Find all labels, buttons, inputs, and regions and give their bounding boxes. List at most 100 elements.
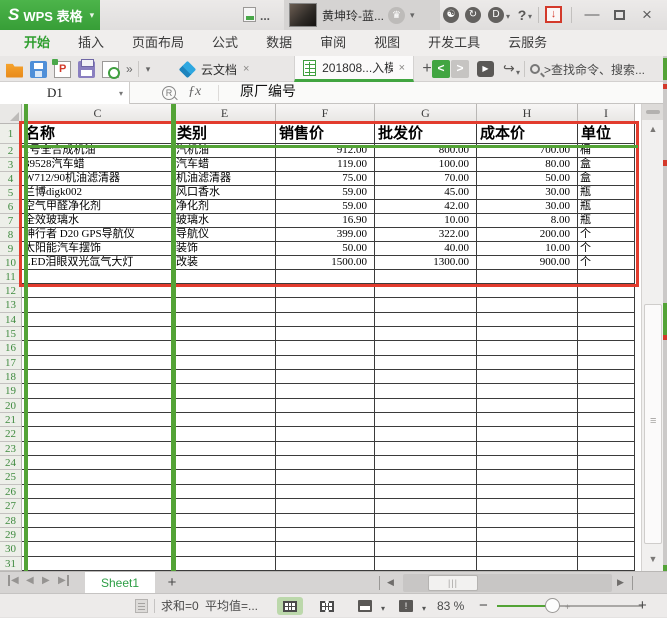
- cell-F22[interactable]: [276, 427, 375, 441]
- cell-G16[interactable]: [375, 341, 477, 355]
- menu-item-开始[interactable]: 开始: [10, 30, 64, 56]
- zoom-slider-thumb[interactable]: [545, 598, 560, 613]
- cell-C27[interactable]: [22, 499, 174, 513]
- cell-G27[interactable]: [375, 499, 477, 513]
- cell-F14[interactable]: [276, 313, 375, 327]
- row-header-3[interactable]: 3: [0, 158, 22, 172]
- download-icon[interactable]: ↓: [545, 6, 562, 23]
- cell-G18[interactable]: [375, 370, 477, 384]
- cell-E12[interactable]: [174, 284, 276, 298]
- cell-I23[interactable]: [578, 442, 635, 456]
- cell-G8[interactable]: 322.00: [375, 228, 477, 242]
- qat-dropdown-icon[interactable]: ▾: [146, 64, 151, 75]
- cell-F9[interactable]: 50.00: [276, 242, 375, 256]
- cell-F16[interactable]: [276, 341, 375, 355]
- row-header-14[interactable]: 14: [0, 313, 22, 327]
- cell-C28[interactable]: [22, 514, 174, 528]
- cell-E29[interactable]: [174, 528, 276, 542]
- print-icon[interactable]: [78, 61, 95, 78]
- column-header-H[interactable]: H: [477, 104, 578, 124]
- page-layout-dropdown-icon[interactable]: ▾: [381, 604, 385, 613]
- row-header-31[interactable]: 31: [0, 557, 22, 571]
- cell-E15[interactable]: [174, 327, 276, 341]
- cell-G23[interactable]: [375, 442, 477, 456]
- cell-H1[interactable]: 成本价: [477, 124, 578, 144]
- page-layout-button[interactable]: [352, 597, 378, 615]
- cell-G17[interactable]: [375, 356, 477, 370]
- cell-I7[interactable]: 瓶: [578, 214, 635, 228]
- cell-H24[interactable]: [477, 456, 578, 470]
- cell-E30[interactable]: [174, 542, 276, 556]
- row-header-16[interactable]: 16: [0, 341, 22, 355]
- cell-I29[interactable]: [578, 528, 635, 542]
- menu-item-插入[interactable]: 插入: [64, 30, 118, 56]
- cell-G14[interactable]: [375, 313, 477, 327]
- cell-C4[interactable]: W712/90机油滤清器: [22, 172, 174, 186]
- cell-I14[interactable]: [578, 313, 635, 327]
- row-header-13[interactable]: 13: [0, 298, 22, 312]
- cell-F12[interactable]: [276, 284, 375, 298]
- cell-F17[interactable]: [276, 356, 375, 370]
- cell-F19[interactable]: [276, 384, 375, 398]
- next-sheet-icon[interactable]: ▶: [42, 575, 50, 586]
- account-dropdown-icon[interactable]: ▾: [410, 10, 415, 21]
- cell-H19[interactable]: [477, 384, 578, 398]
- cell-I27[interactable]: [578, 499, 635, 513]
- cell-I1[interactable]: 单位: [578, 124, 635, 144]
- user-avatar[interactable]: [289, 3, 317, 27]
- menu-item-云服务[interactable]: 云服务: [494, 30, 561, 56]
- cell-C26[interactable]: [22, 485, 174, 499]
- cell-F28[interactable]: [276, 514, 375, 528]
- name-box[interactable]: D1 ▾: [0, 82, 130, 104]
- cell-E25[interactable]: [174, 470, 276, 484]
- cell-H21[interactable]: [477, 413, 578, 427]
- column-header-I[interactable]: I: [578, 104, 635, 124]
- row-header-25[interactable]: 25: [0, 470, 22, 484]
- share-dropdown-icon[interactable]: ▾: [516, 68, 520, 77]
- row-header-15[interactable]: 15: [0, 327, 22, 341]
- menu-item-数据[interactable]: 数据: [252, 30, 306, 56]
- row-header-1[interactable]: 1: [0, 124, 22, 144]
- close-tab-icon[interactable]: ×: [243, 63, 249, 75]
- cell-F20[interactable]: [276, 399, 375, 413]
- cell-G2[interactable]: 800.00: [375, 144, 477, 158]
- cell-G22[interactable]: [375, 427, 477, 441]
- cell-E1[interactable]: 类别: [174, 124, 276, 144]
- cell-C10[interactable]: LED泪眼双光氙气大灯: [22, 256, 174, 270]
- cell-H4[interactable]: 50.00: [477, 172, 578, 186]
- cell-C13[interactable]: [22, 298, 174, 312]
- cell-F31[interactable]: [276, 557, 375, 571]
- cell-G30[interactable]: [375, 542, 477, 556]
- more-tools-icon[interactable]: »: [126, 62, 131, 76]
- cell-I22[interactable]: [578, 427, 635, 441]
- cell-I24[interactable]: [578, 456, 635, 470]
- row-header-10[interactable]: 10: [0, 256, 22, 270]
- cell-F27[interactable]: [276, 499, 375, 513]
- cell-E7[interactable]: 玻璃水: [174, 214, 276, 228]
- cell-F29[interactable]: [276, 528, 375, 542]
- cell-E20[interactable]: [174, 399, 276, 413]
- cell-H9[interactable]: 10.00: [477, 242, 578, 256]
- cell-I2[interactable]: 桶: [578, 144, 635, 158]
- cell-G1[interactable]: 批发价: [375, 124, 477, 144]
- lookup-icon[interactable]: R: [162, 86, 176, 100]
- cell-F2[interactable]: 912.00: [276, 144, 375, 158]
- cell-C24[interactable]: [22, 456, 174, 470]
- vertical-scrollbar[interactable]: ▲ ▼: [641, 104, 663, 571]
- cell-G13[interactable]: [375, 298, 477, 312]
- minimize-button[interactable]: —: [579, 0, 605, 30]
- open-folder-icon[interactable]: [6, 61, 23, 78]
- cell-H10[interactable]: 900.00: [477, 256, 578, 270]
- cell-H3[interactable]: 80.00: [477, 158, 578, 172]
- row-header-26[interactable]: 26: [0, 485, 22, 499]
- cell-C17[interactable]: [22, 356, 174, 370]
- menu-item-页面布局[interactable]: 页面布局: [118, 30, 198, 56]
- cell-C31[interactable]: [22, 557, 174, 571]
- row-header-17[interactable]: 17: [0, 356, 22, 370]
- cell-E10[interactable]: 改装: [174, 256, 276, 270]
- row-header-18[interactable]: 18: [0, 370, 22, 384]
- cell-G5[interactable]: 45.00: [375, 186, 477, 200]
- row-header-5[interactable]: 5: [0, 186, 22, 200]
- cell-I17[interactable]: [578, 356, 635, 370]
- cell-H11[interactable]: [477, 270, 578, 284]
